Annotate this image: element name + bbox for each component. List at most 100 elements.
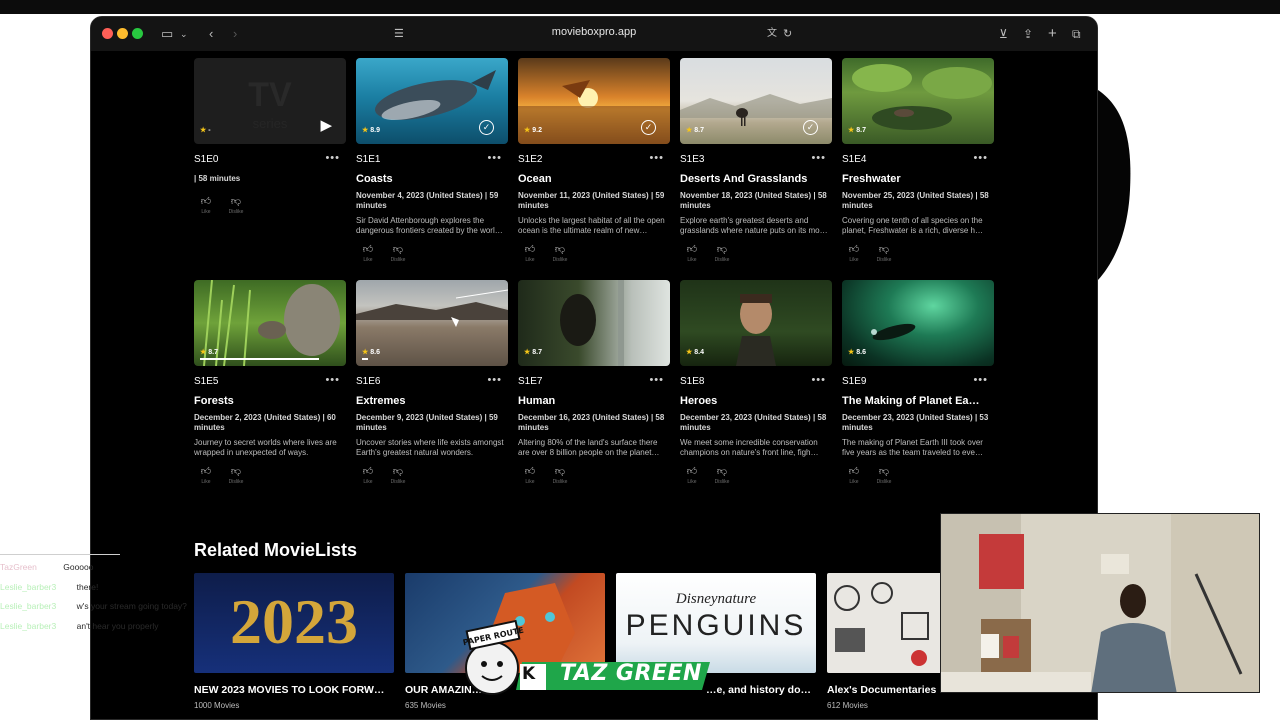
dislike-button[interactable]: 👎︎ Dislike xyxy=(713,243,731,263)
brand-initial: K xyxy=(522,664,536,684)
more-options-icon[interactable]: ••• xyxy=(649,374,664,386)
episode-card[interactable]: ★ 8.6 S1E9 ••• The Making of Planet Ea… D… xyxy=(842,280,994,485)
thumbs-down-icon: 👎︎ xyxy=(554,466,566,477)
like-button[interactable]: 👍︎ Like xyxy=(521,243,539,263)
movielist-card[interactable]: 2023 NEW 2023 MOVIES TO LOOK FORW… 1000 … xyxy=(194,573,394,710)
episode-thumbnail[interactable]: TV series ★ - ▶ xyxy=(194,58,346,144)
like-button[interactable]: 👍︎ Like xyxy=(845,465,863,485)
episode-title[interactable]: Human xyxy=(518,395,668,407)
episode-title[interactable]: Coasts xyxy=(356,173,506,185)
dislike-button[interactable]: 👎︎ Dislike xyxy=(227,195,245,215)
more-options-icon[interactable]: ••• xyxy=(487,374,502,386)
chat-divider xyxy=(0,554,120,555)
reload-icon[interactable]: ↻ xyxy=(783,25,792,43)
star-icon: ★ xyxy=(524,127,531,134)
watched-check-icon[interactable]: ✓ xyxy=(641,120,656,135)
more-options-icon[interactable]: ••• xyxy=(325,152,340,164)
like-button[interactable]: 👍︎ Like xyxy=(197,195,215,215)
episode-card[interactable]: ★ 8.6 S1E6 ••• Extremes December 9, 2023 … xyxy=(356,280,508,485)
episode-thumbnail[interactable]: ★ 9.2 ✓ xyxy=(518,58,670,144)
like-button[interactable]: 👍︎ Like xyxy=(683,243,701,263)
movielist-title[interactable]: Alex's Documentaries xyxy=(827,684,943,696)
tab-overview-icon[interactable]: ⧉ xyxy=(1072,25,1081,43)
rating-value: 8.7 xyxy=(856,127,867,134)
dislike-button[interactable]: 👎︎ Dislike xyxy=(875,465,893,485)
like-button[interactable]: 👍︎ Like xyxy=(197,465,215,485)
episode-title[interactable]: Forests xyxy=(194,395,344,407)
year-2023-art: 2023 xyxy=(230,586,358,657)
more-options-icon[interactable]: ••• xyxy=(325,374,340,386)
rating-badge: ★ 9.2 xyxy=(524,126,542,134)
thumbs-up-icon: 👍︎ xyxy=(686,244,698,255)
dislike-button[interactable]: 👎︎ Dislike xyxy=(389,243,407,263)
like-button[interactable]: 👍︎ Like xyxy=(359,243,377,263)
thumbs-down-icon: 👎︎ xyxy=(392,244,404,255)
episode-card[interactable]: ★ 8.7 ✓ S1E3 ••• Deserts And Grasslands N… xyxy=(680,58,832,263)
related-movielists-heading: Related MovieLists xyxy=(194,540,358,560)
share-icon[interactable]: ⇪ xyxy=(1023,25,1033,43)
episode-thumbnail[interactable]: ★ 8.6 xyxy=(842,280,994,366)
rating-buttons: 👍︎ Like 👎︎ Dislike xyxy=(197,465,245,485)
like-button[interactable]: 👍︎ Like xyxy=(683,465,701,485)
play-icon[interactable]: ▶ xyxy=(320,116,332,134)
watched-check-icon[interactable]: ✓ xyxy=(479,120,494,135)
episode-card[interactable]: TV series ★ - ▶ S1E0 ••• | 58 minutes 👍︎ L… xyxy=(194,58,346,215)
episode-card[interactable]: ★ 8.4 S1E8 ••• Heroes December 23, 2023 (… xyxy=(680,280,832,485)
like-button[interactable]: 👍︎ Like xyxy=(359,465,377,485)
episode-thumbnail[interactable]: ★ 8.7 xyxy=(842,58,994,144)
episode-thumbnail[interactable]: ★ 8.7 xyxy=(194,280,346,366)
thumbs-up-icon: 👍︎ xyxy=(524,244,536,255)
star-icon: ★ xyxy=(848,349,855,356)
more-options-icon[interactable]: ••• xyxy=(649,152,664,164)
episode-meta: December 23, 2023 (United States) | 53 m… xyxy=(842,413,989,432)
movielist-thumbnail[interactable]: 2023 xyxy=(194,573,394,673)
episode-thumbnail[interactable]: ★ 8.9 ✓ xyxy=(356,58,508,144)
episode-title[interactable]: Heroes xyxy=(680,395,830,407)
movielist-thumbnail[interactable] xyxy=(827,573,943,673)
dislike-button[interactable]: 👎︎ Dislike xyxy=(551,465,569,485)
episode-title[interactable]: Freshwater xyxy=(842,173,992,185)
address-bar[interactable]: movieboxpro.app xyxy=(91,26,1097,38)
dislike-label: Dislike xyxy=(876,479,892,485)
episode-card[interactable]: ★ 8.9 ✓ S1E1 ••• Coasts November 4, 2023 … xyxy=(356,58,508,263)
episode-title[interactable]: The Making of Planet Ea… xyxy=(842,395,992,407)
episode-title[interactable]: Extremes xyxy=(356,395,506,407)
more-options-icon[interactable]: ••• xyxy=(487,152,502,164)
rating-value: 8.7 xyxy=(208,349,219,356)
episode-thumbnail[interactable]: ★ 8.4 xyxy=(680,280,832,366)
episode-thumbnail[interactable]: ★ 8.6 xyxy=(356,280,508,366)
more-options-icon[interactable]: ••• xyxy=(973,152,988,164)
episode-card[interactable]: ★ 8.7 S1E5 ••• Forests December 2, 2023 (… xyxy=(194,280,346,485)
like-button[interactable]: 👍︎ Like xyxy=(521,465,539,485)
dislike-button[interactable]: 👎︎ Dislike xyxy=(551,243,569,263)
watch-progress-bar xyxy=(200,358,319,360)
more-options-icon[interactable]: ••• xyxy=(811,152,826,164)
dislike-button[interactable]: 👎︎ Dislike xyxy=(875,243,893,263)
dislike-button[interactable]: 👎︎ Dislike xyxy=(713,465,731,485)
episode-title[interactable]: Deserts And Grasslands xyxy=(680,173,830,185)
watched-check-icon[interactable]: ✓ xyxy=(803,120,818,135)
webcam-overlay xyxy=(940,513,1260,693)
new-tab-icon[interactable]: + xyxy=(1048,25,1057,43)
like-button[interactable]: 👍︎ Like xyxy=(845,243,863,263)
episode-card[interactable]: ★ 8.7 S1E7 ••• Human December 16, 2023 (U… xyxy=(518,280,670,485)
movielist-card[interactable]: Alex's Documentaries 612 Movies xyxy=(827,573,943,710)
episode-thumbnail[interactable]: ★ 8.7 xyxy=(518,280,670,366)
thumbs-up-icon: 👍︎ xyxy=(848,466,860,477)
episode-thumbnail[interactable]: ★ 8.7 ✓ xyxy=(680,58,832,144)
more-options-icon[interactable]: ••• xyxy=(973,374,988,386)
episode-description: Covering one tenth of all species on the… xyxy=(842,216,983,235)
chat-username: Leslie_barber3 xyxy=(0,620,57,631)
translate-icon[interactable]: 文 xyxy=(767,25,777,43)
downloads-icon[interactable]: ⊻ xyxy=(999,25,1008,43)
more-options-icon[interactable]: ••• xyxy=(811,374,826,386)
movielist-title[interactable]: NEW 2023 MOVIES TO LOOK FORW… xyxy=(194,684,394,696)
rating-badge: ★ 8.7 xyxy=(200,348,218,356)
rating-badge: ★ 8.9 xyxy=(362,126,380,134)
dislike-button[interactable]: 👎︎ Dislike xyxy=(227,465,245,485)
dislike-button[interactable]: 👎︎ Dislike xyxy=(389,465,407,485)
episode-card[interactable]: ★ 9.2 ✓ S1E2 ••• Ocean November 11, 2023 … xyxy=(518,58,670,263)
chat-username: TazGreen xyxy=(0,562,37,572)
episode-card[interactable]: ★ 8.7 S1E4 ••• Freshwater November 25, 20… xyxy=(842,58,994,263)
episode-title[interactable]: Ocean xyxy=(518,173,668,185)
